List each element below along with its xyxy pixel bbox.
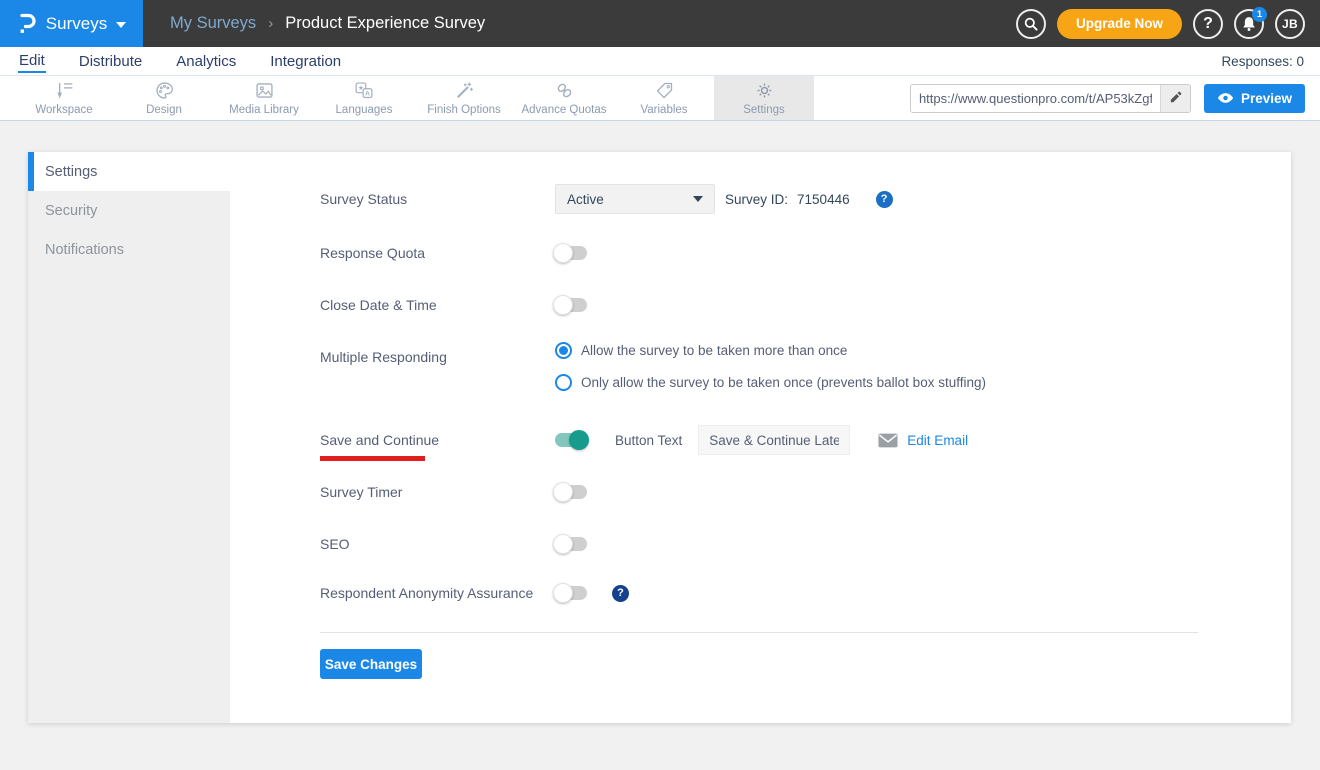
variables-icon [654,80,675,101]
tab-distribute[interactable]: Distribute [78,51,143,72]
seo-toggle[interactable] [555,537,587,551]
respondent-anonymity-toggle[interactable] [555,586,587,600]
close-date-toggle[interactable] [555,298,587,312]
button-text-input[interactable] [698,425,850,455]
survey-status-row: Survey Status Active Survey ID: 7150446 … [320,184,1271,214]
survey-timer-label: Survey Timer [320,484,555,500]
toolbar-item-design[interactable]: Design [114,76,214,120]
chevron-down-icon [116,22,126,28]
edit-toolbar: Workspace Design Media Library ★ A Langu… [0,76,1320,121]
edit-email-link[interactable]: Edit Email [907,433,968,448]
response-quota-label: Response Quota [320,245,555,261]
toolbar-item-languages[interactable]: ★ A Languages [314,76,414,120]
questionpro-logo-icon [17,12,37,36]
search-icon [1023,16,1039,32]
toolbar-right: Preview [910,76,1320,120]
tab-analytics[interactable]: Analytics [175,51,237,72]
breadcrumb: My Surveys › Product Experience Survey [170,14,485,33]
respondent-anonymity-label: Respondent Anonymity Assurance [320,585,555,601]
sidebar-item-security[interactable]: Security [28,191,230,230]
close-date-label: Close Date & Time [320,297,555,313]
design-icon [154,80,175,101]
topbar-actions: Upgrade Now ? 1 JB [1016,9,1320,39]
workspace-icon [54,80,75,101]
svg-text:A: A [365,90,370,97]
survey-timer-row: Survey Timer [320,477,1271,507]
settings-icon [754,80,775,101]
notification-count-badge: 1 [1252,7,1267,22]
edit-url-button[interactable] [1160,85,1190,112]
user-avatar[interactable]: JB [1275,9,1305,39]
product-switcher[interactable]: Surveys [0,0,143,47]
survey-id-label: Survey ID: [725,192,788,207]
survey-id-help-icon[interactable]: ? [876,191,893,208]
section-nav: Edit Distribute Analytics Integration Re… [0,47,1320,76]
close-date-row: Close Date & Time [320,290,1271,320]
radio-only-once[interactable]: Only allow the survey to be taken once (… [555,374,986,391]
upgrade-now-button[interactable]: Upgrade Now [1057,9,1182,39]
product-name: Surveys [46,14,107,34]
anonymity-help-icon[interactable]: ? [612,585,629,602]
seo-label: SEO [320,536,555,552]
sidebar-item-settings[interactable]: Settings [28,152,230,191]
chevron-down-icon [693,196,703,202]
notifications-button[interactable]: 1 [1234,9,1264,39]
finish-options-icon [454,80,475,101]
radio-allow-multiple[interactable]: Allow the survey to be taken more than o… [555,342,986,359]
highlight-underline [320,456,425,461]
survey-url-box [910,84,1191,113]
preview-button[interactable]: Preview [1204,84,1305,113]
save-and-continue-label: Save and Continue [320,425,555,455]
response-quota-row: Response Quota [320,238,1271,268]
help-button[interactable]: ? [1193,9,1223,39]
media-library-icon [254,80,275,101]
sidebar-item-notifications[interactable]: Notifications [28,230,230,269]
breadcrumb-current-survey: Product Experience Survey [285,14,485,33]
button-text-label: Button Text [615,433,682,448]
pencil-icon [1168,91,1182,105]
respondent-anonymity-row: Respondent Anonymity Assurance ? [320,578,1271,608]
survey-id-value: 7150446 [797,192,850,207]
envelope-icon [878,433,898,448]
email-icon-wrap [878,433,898,448]
multiple-responding-options: Allow the survey to be taken more than o… [555,342,986,391]
advance-quotas-icon [554,80,575,101]
radio-unselected-icon [555,374,572,391]
settings-form: Survey Status Active Survey ID: 7150446 … [230,152,1291,723]
top-bar: Surveys My Surveys › Product Experience … [0,0,1320,47]
multiple-responding-row: Multiple Responding Allow the survey to … [320,342,1271,391]
survey-status-label: Survey Status [320,191,555,207]
survey-status-select[interactable]: Active [555,184,715,214]
save-changes-button[interactable]: Save Changes [320,649,422,679]
settings-panel: Settings Security Notifications Survey S… [28,152,1291,723]
toolbar-item-settings[interactable]: Settings [714,76,814,120]
toolbar-item-workspace[interactable]: Workspace [14,76,114,120]
multiple-responding-label: Multiple Responding [320,349,555,365]
toolbar-item-variables[interactable]: Variables [614,76,714,120]
tab-integration[interactable]: Integration [269,51,342,72]
form-divider [320,632,1198,633]
tab-edit[interactable]: Edit [18,50,46,73]
seo-row: SEO [320,529,1271,559]
response-quota-toggle[interactable] [555,246,587,260]
question-mark-icon: ? [1203,15,1213,33]
settings-sidebar: Settings Security Notifications [28,152,230,723]
breadcrumb-separator: › [268,15,273,32]
survey-url-input[interactable] [911,85,1160,112]
search-button[interactable] [1016,9,1046,39]
survey-timer-toggle[interactable] [555,485,587,499]
toolbar-item-advance-quotas[interactable]: Advance Quotas [514,76,614,120]
toolbar-item-media-library[interactable]: Media Library [214,76,314,120]
breadcrumb-my-surveys[interactable]: My Surveys [170,14,256,33]
save-and-continue-row: Save and Continue Button Text Edit Email [320,425,1271,455]
toolbar-item-finish-options[interactable]: Finish Options [414,76,514,120]
languages-icon: ★ A [353,80,375,101]
save-and-continue-toggle[interactable] [555,433,587,447]
eye-icon [1217,92,1234,104]
radio-selected-icon [555,342,572,359]
responses-count: Responses: 0 [1221,54,1320,69]
